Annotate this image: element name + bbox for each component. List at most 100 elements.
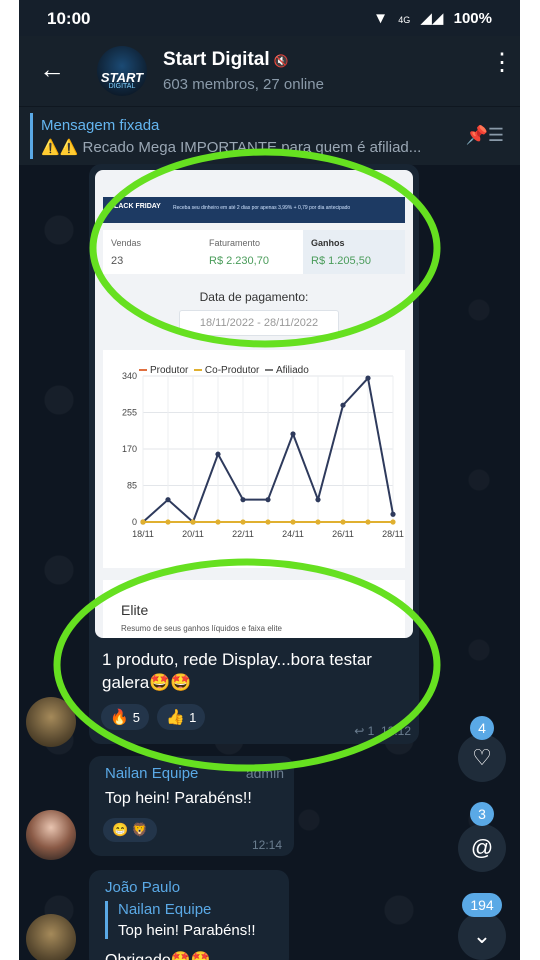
quoted-reply[interactable]: Nailan Equipe Top hein! Parabéns!!: [105, 901, 278, 939]
x-tick-label: 22/11: [232, 529, 254, 539]
quote-text: Top hein! Parabéns!!: [118, 922, 256, 939]
chart-panel: 0 85 170 255 340 18/11 20/11 22/11 24/11 26/11 28/…: [103, 350, 405, 568]
pinned-title: Mensagem fixada: [41, 117, 160, 134]
date-from: 18/11/2022: [199, 317, 255, 329]
status-icons: ▼ 4G ◢◢ 100%: [367, 9, 492, 27]
avatar-logo-sub: DIGITAL: [108, 83, 136, 90]
x-tick-label: 28/11: [382, 529, 404, 539]
mentions-button[interactable]: @: [458, 824, 506, 872]
promo-banner: BLACK FRIDAY Receba seu dinheiro em até …: [103, 197, 405, 223]
muted-icon: 🔇: [273, 54, 289, 68]
card-label: Faturamento: [209, 238, 261, 248]
message-meta: ↩ 1 12:12: [354, 724, 411, 738]
back-arrow-icon[interactable]: ←: [39, 56, 65, 82]
data-point: [315, 497, 321, 503]
heart-icon: ♡: [472, 745, 492, 770]
elite-section: Elite Resumo de seus ganhos líquidos e f…: [103, 580, 405, 638]
data-point: [265, 497, 271, 503]
message-time: 12:14: [251, 838, 282, 852]
pinned-message-bar[interactable]: Mensagem fixada ⚠️⚠️ Recado Mega IMPORTA…: [19, 106, 520, 165]
reaction-fire[interactable]: 🔥 5: [101, 704, 149, 730]
data-point: [365, 519, 371, 525]
sender-name[interactable]: João Paulo: [105, 879, 180, 896]
reply-icon[interactable]: ↩: [354, 724, 364, 738]
x-tick-label: 24/11: [282, 529, 304, 539]
legend-swatch: [193, 369, 202, 372]
y-tick-label: 85: [127, 481, 137, 491]
card-ganhos: Ganhos R$ 1.205,50: [303, 230, 405, 274]
legend-item: Afiliado: [275, 365, 309, 376]
pinned-text: ⚠️⚠️ Recado Mega IMPORTANTE para quem é …: [41, 139, 422, 156]
data-point: [290, 431, 296, 437]
fire-icon: 🔥: [110, 709, 129, 726]
user-avatar[interactable]: [26, 914, 76, 960]
at-sign-icon: @: [470, 835, 494, 860]
reactions-badge: 4: [470, 716, 494, 740]
card-value: R$ 2.230,70: [209, 255, 269, 267]
legend-item: Co-Produtor: [204, 365, 260, 376]
signal-icon: ◢◢: [420, 10, 444, 27]
reaction-thumbs-up[interactable]: 👍 1: [157, 704, 206, 730]
message-bubble[interactable]: BLACK FRIDAY Receba seu dinheiro em até …: [89, 164, 419, 744]
x-tick-label: 20/11: [182, 529, 204, 539]
mentions-badge: 3: [470, 802, 494, 826]
reaction-count: 5: [132, 710, 140, 725]
earnings-line-chart: 0 85 170 255 340 18/11 20/11 22/11 24/11 26/11 28/…: [122, 371, 404, 539]
clock: 10:00: [47, 9, 91, 28]
data-point: [265, 519, 271, 525]
y-tick-label: 170: [122, 444, 137, 454]
data-point: [365, 375, 371, 381]
user-avatar[interactable]: [26, 810, 76, 860]
more-menu-icon[interactable]: ⋮: [490, 51, 514, 75]
data-point: [165, 519, 171, 525]
wifi-icon: ▼: [373, 10, 389, 27]
pin-list-icon[interactable]: 📌☰: [465, 125, 504, 146]
pinned-accent-bar: [30, 113, 33, 159]
unread-badge: 194: [462, 893, 502, 917]
message-text: Top hein! Parabéns!!: [105, 790, 252, 807]
data-point: [215, 451, 221, 457]
chat-header: ← START DIGITAL Start Digital 🔇 603 membr…: [19, 36, 520, 106]
reaction-grin[interactable]: 😁 🦁: [103, 818, 157, 842]
chart-legend: Produtor Co-Produtor Afiliado: [139, 365, 309, 376]
card-label: Vendas: [111, 238, 142, 248]
members-count: 603 membros, 27 online: [163, 76, 324, 93]
chat-title[interactable]: Start Digital 🔇: [163, 49, 289, 71]
admin-badge: admin: [245, 765, 284, 781]
sender-name[interactable]: Nailan Equipe: [105, 765, 198, 782]
data-point: [340, 519, 346, 525]
data-point: [165, 497, 171, 503]
chat-title-text: Start Digital: [163, 49, 270, 70]
stats-cards: Vendas 23 Faturamento R$ 2.230,70 Ganhos…: [103, 230, 405, 274]
message-text: 1 produto, rede Display...bora testar ga…: [102, 650, 372, 692]
reply-count: 1: [367, 724, 375, 738]
group-avatar[interactable]: START DIGITAL: [97, 46, 147, 96]
scroll-down-button[interactable]: ⌄: [458, 912, 506, 960]
reactor-avatar-icon: 🦁: [131, 822, 148, 837]
chevron-down-icon: ⌄: [472, 923, 492, 948]
reactions: 🔥 5 👍 1: [101, 704, 209, 730]
data-point: [190, 519, 196, 525]
date-range: 18/11/2022 - 28/11/2022: [179, 310, 339, 336]
reactions-heart-button[interactable]: ♡: [458, 734, 506, 782]
message-bubble[interactable]: Nailan Equipe admin Top hein! Parabéns!!…: [89, 756, 294, 856]
reactions: 😁 🦁: [103, 818, 161, 842]
card-value: R$ 1.205,50: [311, 255, 371, 267]
elite-title: Elite: [121, 602, 149, 618]
data-point: [240, 497, 246, 503]
legend-swatch: [264, 369, 273, 372]
attached-screenshot[interactable]: BLACK FRIDAY Receba seu dinheiro em até …: [95, 170, 413, 638]
elite-subtitle: Resumo de seus ganhos líquidos e faixa e…: [121, 624, 282, 633]
data-point: [340, 402, 346, 408]
legend-swatch: [139, 369, 147, 372]
user-avatar[interactable]: [26, 697, 76, 747]
banner-title: BLACK FRIDAY: [109, 203, 161, 210]
data-point: [240, 519, 246, 525]
message-time: 12:12: [380, 724, 411, 738]
message-bubble[interactable]: João Paulo Nailan Equipe Top hein! Parab…: [89, 870, 289, 960]
date-label: Data de pagamento:: [199, 290, 309, 304]
data-point: [290, 519, 296, 525]
legend-item: Produtor: [150, 365, 189, 376]
quote-sender: Nailan Equipe: [118, 901, 212, 918]
data-point: [140, 519, 146, 525]
